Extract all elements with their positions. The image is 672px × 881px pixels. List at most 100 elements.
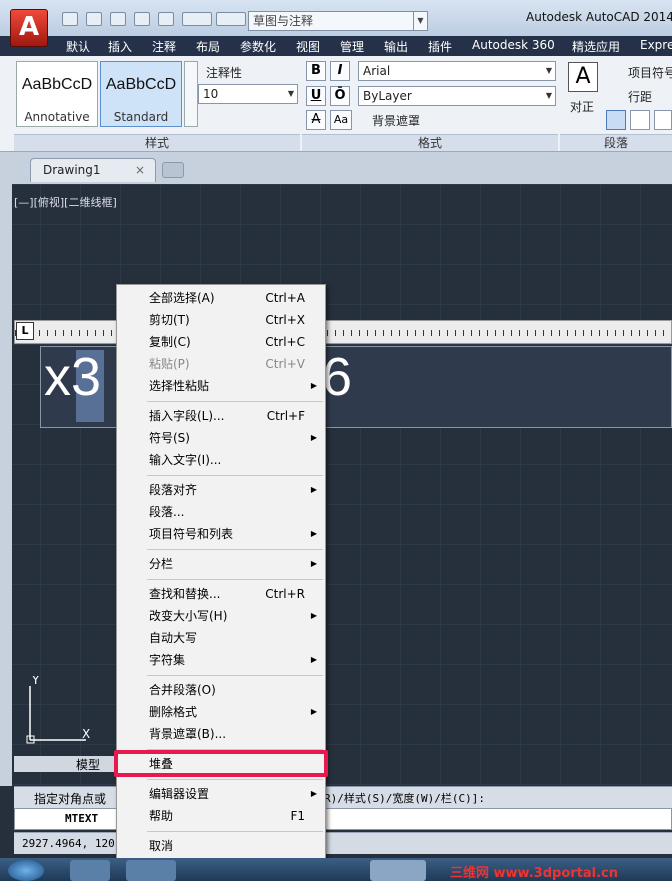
underline-button[interactable]: U: [306, 86, 326, 106]
align-left-icon[interactable]: [606, 110, 626, 130]
background-mask-button[interactable]: 背景遮罩: [372, 112, 420, 129]
explorer-icon[interactable]: [126, 860, 176, 881]
text-height-field[interactable]: 10 ▼: [198, 84, 298, 104]
menu-item-change-case[interactable]: 改变大小写(H) ▶: [149, 606, 319, 626]
command-prompt-tail: R)/样式(S)/宽度(W)/栏(C)]:: [324, 792, 485, 805]
style-standard[interactable]: AaBbCcD Standard: [100, 61, 182, 127]
drawing-viewport[interactable]: [0, 184, 672, 786]
tab-default[interactable]: 默认: [66, 38, 90, 55]
panel-style-header[interactable]: 样式: [14, 134, 300, 151]
line-spacing-button[interactable]: 行距: [628, 88, 652, 105]
tab-express[interactable]: Expre: [640, 38, 672, 52]
annotative-toggle[interactable]: 注释性: [206, 64, 242, 81]
tab-featured-apps[interactable]: 精选应用: [572, 38, 620, 55]
menu-item-select-all[interactable]: 全部选择(A) Ctrl+A: [149, 288, 319, 308]
bold-button[interactable]: B: [306, 61, 326, 81]
tab-parametric[interactable]: 参数化: [240, 38, 276, 55]
close-icon[interactable]: ×: [135, 159, 145, 181]
style-scroll[interactable]: [184, 61, 198, 127]
strikethrough-button[interactable]: A: [306, 110, 326, 130]
menu-item-label: 字符集: [149, 653, 186, 667]
menu-item-help[interactable]: 帮助 F1: [149, 806, 319, 826]
menu-item-insert-field[interactable]: 插入字段(L)... Ctrl+F: [149, 406, 319, 426]
command-input[interactable]: MTEXT: [14, 808, 672, 830]
tab-annotate[interactable]: 注释: [152, 38, 176, 55]
menu-item-columns[interactable]: 分栏 ▶: [149, 554, 319, 574]
menu-item-paragraph[interactable]: 段落...: [149, 502, 319, 522]
menu-item-find-replace[interactable]: 查找和替换... Ctrl+R: [149, 584, 319, 604]
color-selector[interactable]: ByLayer ▼: [358, 86, 556, 106]
justification-label[interactable]: 对正: [570, 98, 594, 115]
mtext-content-tail[interactable]: 6: [322, 346, 352, 408]
menu-separator: [147, 831, 323, 832]
submenu-arrow-icon: ▶: [310, 559, 317, 568]
current-command: MTEXT: [65, 812, 99, 825]
tab-plugins[interactable]: 插件: [428, 38, 452, 55]
tab-insert[interactable]: 插入: [108, 38, 132, 55]
save-as-icon[interactable]: [134, 12, 150, 26]
tab-drawing1[interactable]: Drawing1 ×: [30, 158, 156, 182]
layout-tabs[interactable]: 模型: [14, 756, 114, 772]
ie-icon[interactable]: [70, 860, 110, 881]
italic-button[interactable]: I: [330, 61, 350, 81]
menu-item-paste-special[interactable]: 选择性粘贴 ▶: [149, 376, 319, 396]
font-selector[interactable]: Arial ▼: [358, 61, 556, 81]
style-preview: AaBbCcD: [105, 76, 177, 93]
viewport-border: [0, 184, 12, 786]
mtext-content[interactable]: x3: [44, 346, 101, 408]
align-right-icon[interactable]: [654, 110, 672, 130]
menu-item-paste[interactable]: 粘贴(P) Ctrl+V: [149, 354, 319, 374]
menu-item-editor-settings[interactable]: 编辑器设置 ▶: [149, 784, 319, 804]
bullets-button[interactable]: 项目符号: [628, 64, 672, 81]
menu-item-label: 自动大写: [149, 631, 198, 645]
mtext-ruler[interactable]: [14, 320, 672, 344]
overline-button[interactable]: Ō: [330, 86, 350, 106]
menu-item-shortcut: Ctrl+F: [266, 409, 305, 423]
panel-format-header[interactable]: 格式: [302, 134, 558, 151]
svg-text:Y: Y: [31, 676, 40, 687]
menu-item-combine-paragraphs[interactable]: 合并段落(O): [149, 680, 319, 700]
tab-output[interactable]: 输出: [384, 38, 408, 55]
menu-item-charset[interactable]: 字符集 ▶: [149, 650, 319, 670]
menu-item-shortcut: F1: [290, 809, 305, 823]
menu-item-import-text[interactable]: 输入文字(I)...: [149, 450, 319, 470]
start-button-icon[interactable]: [8, 860, 44, 881]
workspace-selector[interactable]: 草图与注释 ▼: [248, 11, 428, 31]
tab-layout[interactable]: 布局: [196, 38, 220, 55]
ruler-tab-icon[interactable]: L: [16, 322, 34, 340]
tab-view[interactable]: 视图: [296, 38, 320, 55]
save-icon[interactable]: [110, 12, 126, 26]
menu-item-label: 输入文字(I)...: [149, 453, 222, 467]
chevron-down-icon: ▼: [413, 12, 427, 30]
menu-item-paragraph-align[interactable]: 段落对齐 ▶: [149, 480, 319, 500]
new-tab-button[interactable]: [162, 162, 184, 178]
viewport-controls[interactable]: [—][俯视][二维线框]: [14, 194, 117, 210]
tab-manage[interactable]: 管理: [340, 38, 364, 55]
redo-icon[interactable]: [216, 12, 246, 26]
align-center-icon[interactable]: [630, 110, 650, 130]
menu-item-bullets-lists[interactable]: 项目符号和列表 ▶: [149, 524, 319, 544]
undo-icon[interactable]: [182, 12, 212, 26]
menu-item-symbol[interactable]: 符号(S) ▶: [149, 428, 319, 448]
autocad-taskbar-icon[interactable]: [370, 860, 426, 881]
print-icon[interactable]: [158, 12, 174, 26]
open-file-icon[interactable]: [86, 12, 102, 26]
justification-icon[interactable]: A: [568, 62, 598, 92]
menu-item-background-mask[interactable]: 背景遮罩(B)...: [149, 724, 319, 744]
font-value: Arial: [363, 64, 391, 78]
new-file-icon[interactable]: [62, 12, 78, 26]
panel-paragraph-header[interactable]: 段落: [560, 134, 672, 151]
tab-model[interactable]: 模型: [76, 756, 100, 773]
application-menu-button[interactable]: A: [10, 9, 48, 47]
menu-item-cut[interactable]: 剪切(T) Ctrl+X: [149, 310, 319, 330]
menu-item-cancel[interactable]: 取消: [149, 836, 319, 856]
change-case-button[interactable]: Aa: [330, 110, 352, 130]
menu-item-remove-formatting[interactable]: 删除格式 ▶: [149, 702, 319, 722]
menu-item-label: 插入字段(L)...: [149, 409, 225, 423]
tab-autodesk-360[interactable]: Autodesk 360: [472, 38, 555, 52]
command-prompt: 指定对角点或: [34, 792, 107, 806]
menu-separator: [147, 675, 323, 676]
style-annotative[interactable]: AaBbCcD Annotative: [16, 61, 98, 127]
menu-item-autocaps[interactable]: 自动大写: [149, 628, 319, 648]
menu-item-copy[interactable]: 复制(C) Ctrl+C: [149, 332, 319, 352]
